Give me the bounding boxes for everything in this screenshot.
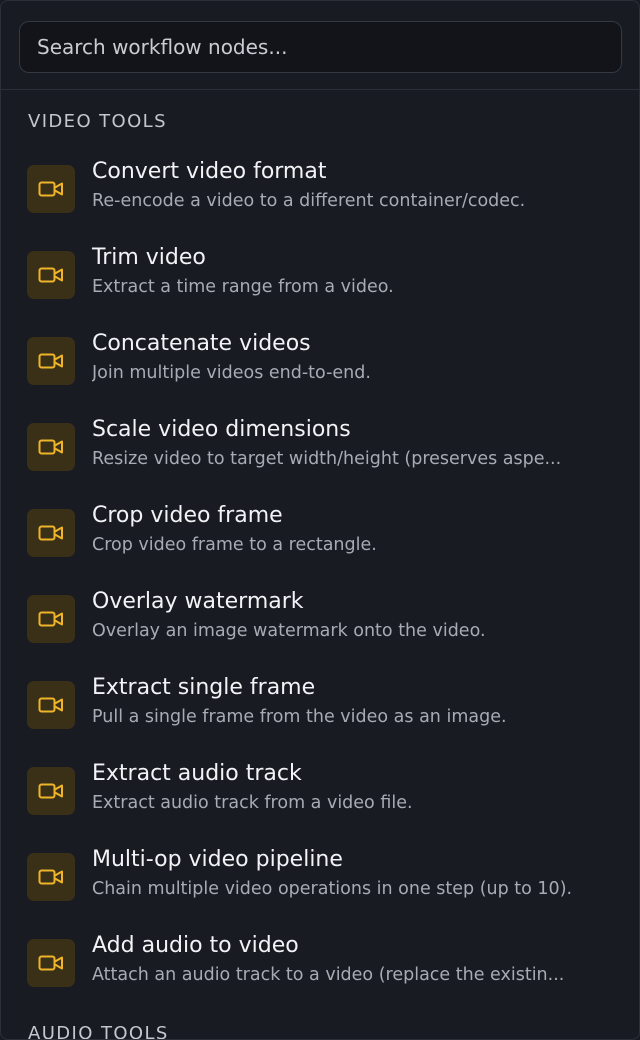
node-title: Extract single frame bbox=[92, 675, 316, 700]
node-item-scale-video-dimensions[interactable]: Scale video dimensions Resize video to t… bbox=[1, 409, 639, 495]
video-camera-icon bbox=[27, 337, 75, 385]
video-camera-icon bbox=[27, 251, 75, 299]
node-item-concatenate-videos[interactable]: Concatenate videos Join multiple videos … bbox=[1, 323, 639, 409]
node-description: Extract a time range from a video. bbox=[92, 277, 394, 297]
node-title: Multi-op video pipeline bbox=[92, 847, 343, 872]
node-description: Resize video to target width/height (pre… bbox=[92, 449, 562, 469]
node-item-extract-single-frame[interactable]: Extract single frame Pull a single frame… bbox=[1, 667, 639, 753]
video-camera-icon bbox=[27, 853, 75, 901]
node-title: Extract audio track bbox=[92, 761, 302, 786]
video-camera-icon bbox=[27, 595, 75, 643]
video-tools-list: Convert video format Re-encode a video t… bbox=[1, 151, 639, 1011]
node-title: Concatenate videos bbox=[92, 331, 311, 356]
video-camera-icon bbox=[27, 681, 75, 729]
video-camera-icon bbox=[27, 939, 75, 987]
node-search-panel: VIDEO TOOLS Convert video format Re-enco… bbox=[0, 0, 640, 1040]
node-item-multi-op-video-pipeline[interactable]: Multi-op video pipeline Chain multiple v… bbox=[1, 839, 639, 925]
node-description: Chain multiple video operations in one s… bbox=[92, 879, 573, 899]
node-description: Attach an audio track to a video (replac… bbox=[92, 965, 565, 985]
node-item-trim-video[interactable]: Trim video Extract a time range from a v… bbox=[1, 237, 639, 323]
node-description: Re-encode a video to a different contain… bbox=[92, 191, 526, 211]
video-camera-icon bbox=[27, 165, 75, 213]
node-item-crop-video-frame[interactable]: Crop video frame Crop video frame to a r… bbox=[1, 495, 639, 581]
node-description: Pull a single frame from the video as an… bbox=[92, 707, 507, 727]
search-input[interactable] bbox=[19, 21, 622, 73]
node-description: Join multiple videos end-to-end. bbox=[92, 363, 371, 383]
video-camera-icon bbox=[27, 767, 75, 815]
node-description: Crop video frame to a rectangle. bbox=[92, 535, 377, 555]
node-title: Convert video format bbox=[92, 159, 327, 184]
node-item-convert-video-format[interactable]: Convert video format Re-encode a video t… bbox=[1, 151, 639, 237]
node-title: Trim video bbox=[92, 245, 206, 270]
node-item-overlay-watermark[interactable]: Overlay watermark Overlay an image water… bbox=[1, 581, 639, 667]
node-description: Overlay an image watermark onto the vide… bbox=[92, 621, 486, 641]
node-title: Crop video frame bbox=[92, 503, 283, 528]
node-title: Overlay watermark bbox=[92, 589, 304, 614]
video-camera-icon bbox=[27, 509, 75, 557]
node-description: Extract audio track from a video file. bbox=[92, 793, 413, 813]
node-title: Add audio to video bbox=[92, 933, 299, 958]
section-heading-audio-tools: AUDIO TOOLS bbox=[28, 1023, 169, 1040]
node-item-add-audio-to-video[interactable]: Add audio to video Attach an audio track… bbox=[1, 925, 639, 1011]
video-camera-icon bbox=[27, 423, 75, 471]
node-item-extract-audio-track[interactable]: Extract audio track Extract audio track … bbox=[1, 753, 639, 839]
section-heading-video-tools: VIDEO TOOLS bbox=[28, 111, 167, 132]
search-bar bbox=[1, 1, 639, 90]
node-title: Scale video dimensions bbox=[92, 417, 351, 442]
